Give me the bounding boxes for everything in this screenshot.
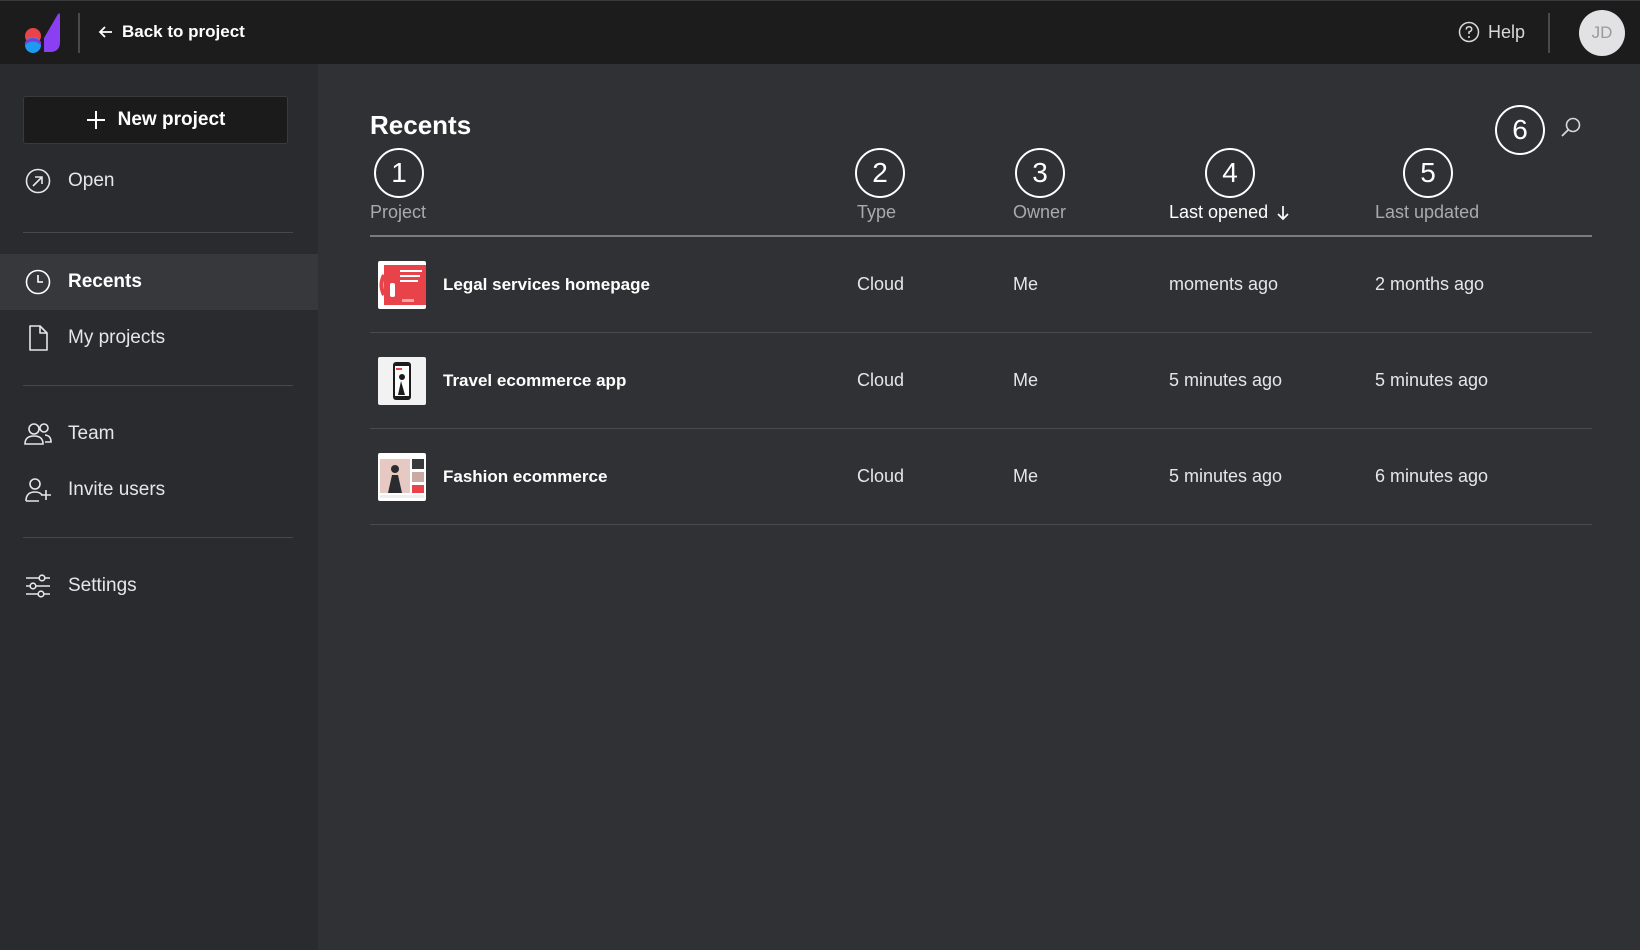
project-last-opened: 5 minutes ago <box>1169 370 1283 390</box>
column-header-last-opened[interactable]: Last opened <box>1169 202 1290 223</box>
back-to-project-link[interactable]: Back to project <box>98 22 245 42</box>
sidebar-item-label: My projects <box>68 327 166 348</box>
project-last-opened: 5 minutes ago <box>1169 466 1283 486</box>
table-header-divider <box>370 235 1592 237</box>
row-divider <box>370 428 1592 429</box>
sidebar-divider <box>23 385 293 386</box>
sidebar-item-label: Settings <box>68 575 137 596</box>
project-thumbnail-travel <box>378 357 426 405</box>
column-header-label: Last opened <box>1169 202 1269 222</box>
table-row[interactable]: Fashion ecommerce Cloud Me 5 minutes ago… <box>370 430 1592 524</box>
app-logo-icon[interactable] <box>24 12 62 54</box>
sidebar-item-recents[interactable]: Recents <box>0 254 318 310</box>
sidebar: New project Open Recents My projects Tea… <box>0 64 318 950</box>
project-owner: Me <box>1013 370 1039 390</box>
new-project-button[interactable]: New project <box>23 96 288 144</box>
help-label: Help <box>1488 21 1526 42</box>
project-type: Cloud <box>857 274 905 294</box>
project-last-updated: 6 minutes ago <box>1375 466 1489 486</box>
sidebar-item-label: Open <box>68 170 115 191</box>
project-type: Cloud <box>857 370 905 390</box>
project-owner: Me <box>1013 466 1039 486</box>
annotation-badge-6: 6 <box>1495 105 1545 155</box>
sidebar-divider <box>23 232 293 233</box>
file-icon <box>29 325 48 351</box>
row-divider <box>370 524 1592 525</box>
annotation-badge-5: 5 <box>1403 148 1453 198</box>
project-name[interactable]: Fashion ecommerce <box>443 467 607 487</box>
new-project-label: New project <box>117 109 226 130</box>
sliders-icon <box>26 574 50 598</box>
sidebar-item-settings[interactable]: Settings <box>0 558 318 614</box>
open-arrow-icon <box>25 168 51 194</box>
top-bar: Back to project Help JD <box>0 0 1640 64</box>
project-last-updated: 5 minutes ago <box>1375 370 1489 390</box>
project-name[interactable]: Legal services homepage <box>443 275 650 295</box>
project-name[interactable]: Travel ecommerce app <box>443 371 626 391</box>
project-thumbnail-fashion <box>378 453 426 501</box>
annotation-badge-4: 4 <box>1205 148 1255 198</box>
clock-icon <box>25 269 51 295</box>
table-row[interactable]: Travel ecommerce app Cloud Me 5 minutes … <box>370 334 1592 428</box>
team-icon <box>24 423 52 445</box>
sidebar-item-label: Recents <box>68 271 142 292</box>
help-button[interactable]: Help <box>1458 21 1525 43</box>
annotation-badge-2: 2 <box>855 148 905 198</box>
sidebar-divider <box>23 537 293 538</box>
column-header-project[interactable]: Project <box>370 202 426 223</box>
project-last-updated: 2 months ago <box>1375 274 1485 294</box>
arrow-down-icon <box>1277 205 1289 220</box>
user-plus-icon <box>25 478 51 502</box>
top-bar-divider <box>78 13 80 53</box>
row-divider <box>370 332 1592 333</box>
table-row[interactable]: Legal services homepage Cloud Me moments… <box>370 238 1592 332</box>
sidebar-item-open[interactable]: Open <box>0 153 318 209</box>
page-title: Recents <box>370 110 472 140</box>
sidebar-item-label: Team <box>68 423 115 444</box>
arrow-left-icon <box>98 26 112 38</box>
search-icon[interactable] <box>1560 116 1582 138</box>
column-header-type[interactable]: Type <box>857 202 896 223</box>
user-avatar[interactable]: JD <box>1579 10 1625 56</box>
back-to-project-label: Back to project <box>122 22 245 41</box>
column-header-owner[interactable]: Owner <box>1013 202 1066 223</box>
top-bar-divider <box>1548 13 1550 53</box>
sidebar-item-label: Invite users <box>68 479 166 500</box>
plus-icon <box>86 111 105 129</box>
annotation-badge-1: 1 <box>374 148 424 198</box>
sidebar-item-my-projects[interactable]: My projects <box>0 310 318 366</box>
annotation-badge-3: 3 <box>1015 148 1065 198</box>
sidebar-item-invite-users[interactable]: Invite users <box>0 462 318 518</box>
column-header-last-updated[interactable]: Last updated <box>1375 202 1479 223</box>
project-thumbnail-legal <box>378 261 426 309</box>
project-type: Cloud <box>857 466 905 486</box>
question-circle-icon <box>1458 21 1480 43</box>
project-owner: Me <box>1013 274 1039 294</box>
project-last-opened: moments ago <box>1169 274 1279 294</box>
sidebar-item-team[interactable]: Team <box>0 406 318 462</box>
